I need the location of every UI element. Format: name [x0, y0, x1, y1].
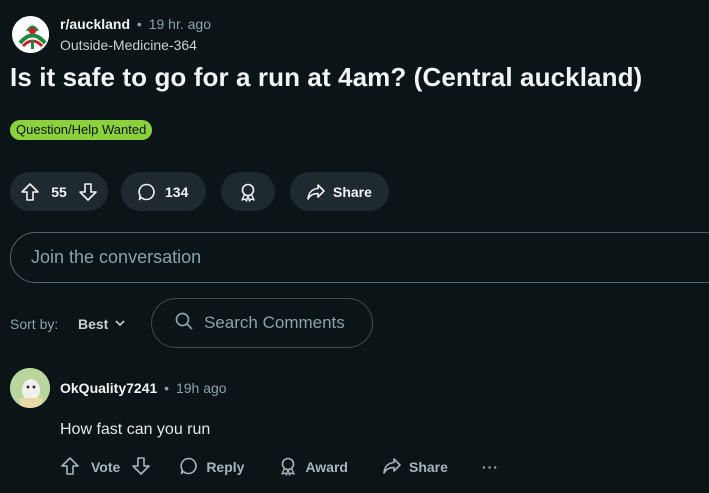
- downvote-icon[interactable]: [78, 182, 98, 202]
- award-label: Award: [305, 459, 348, 475]
- comments-button[interactable]: 134: [121, 172, 206, 211]
- subreddit-logo-icon[interactable]: [10, 14, 51, 55]
- comment-count: 134: [165, 183, 189, 200]
- award-icon: [238, 182, 258, 202]
- search-placeholder: Search Comments: [204, 313, 345, 332]
- comment: OkQuality7241 • 19h ago How fast can you…: [10, 368, 700, 488]
- share-icon: [306, 182, 326, 202]
- comment-toolbar: Sort by: Best Search Comments: [10, 298, 390, 348]
- downvote-icon[interactable]: [131, 456, 151, 479]
- comment-timestamp: 19h ago: [175, 380, 227, 396]
- share-icon: [382, 456, 402, 479]
- share-label: Share: [408, 459, 448, 475]
- post-timestamp: 19 hr. ago: [148, 16, 211, 32]
- sort-dropdown[interactable]: Best: [78, 316, 126, 332]
- share-button[interactable]: Share: [290, 172, 389, 211]
- vote-label: Vote: [91, 459, 121, 475]
- post-meta: r/auckland • 19 hr. ago: [60, 16, 211, 32]
- sort-label: Sort by:: [10, 316, 59, 332]
- award-button[interactable]: [221, 172, 275, 211]
- post-author[interactable]: Outside-Medicine-364: [60, 37, 197, 53]
- search-comments-input[interactable]: Search Comments: [151, 298, 373, 348]
- comment-separator: •: [164, 380, 170, 396]
- join-conversation-input[interactable]: Join the conversation: [10, 232, 709, 283]
- award-button[interactable]: Award: [278, 456, 348, 479]
- meta-separator: •: [136, 16, 142, 32]
- comment-actions: Vote Reply Award Share ···: [60, 456, 499, 478]
- more-label: ···: [481, 459, 499, 475]
- vote-control: 55: [10, 172, 108, 211]
- chevron-down-icon: [114, 316, 126, 332]
- more-icon[interactable]: ···: [482, 459, 499, 475]
- post-header: r/auckland • 19 hr. ago Outside-Medicine…: [10, 14, 700, 58]
- user-avatar-icon[interactable]: [10, 368, 50, 408]
- upvote-icon[interactable]: [20, 182, 40, 202]
- award-icon: [278, 456, 298, 479]
- search-icon: [174, 311, 194, 336]
- vote-count: 55: [51, 183, 67, 200]
- comment-username[interactable]: OkQuality7241: [60, 380, 157, 396]
- post-flair[interactable]: Question/Help Wanted: [10, 120, 153, 140]
- share-label: Share: [333, 183, 372, 200]
- join-conversation-placeholder: Join the conversation: [31, 247, 202, 267]
- share-button[interactable]: Share: [382, 456, 448, 479]
- reply-button[interactable]: Reply: [179, 456, 244, 479]
- comment-meta: OkQuality7241 • 19h ago: [60, 380, 227, 396]
- upvote-icon[interactable]: [60, 456, 80, 479]
- subreddit-link[interactable]: r/auckland: [60, 16, 130, 32]
- comment-icon: [137, 182, 157, 202]
- comment-body: How fast can you run: [60, 421, 211, 438]
- comment-icon: [179, 456, 199, 479]
- sort-selected: Best: [78, 316, 109, 332]
- post-title: Is it safe to go for a run at 4am? (Cent…: [10, 62, 643, 92]
- comment-vote: Vote: [60, 456, 151, 479]
- reply-label: Reply: [206, 459, 245, 475]
